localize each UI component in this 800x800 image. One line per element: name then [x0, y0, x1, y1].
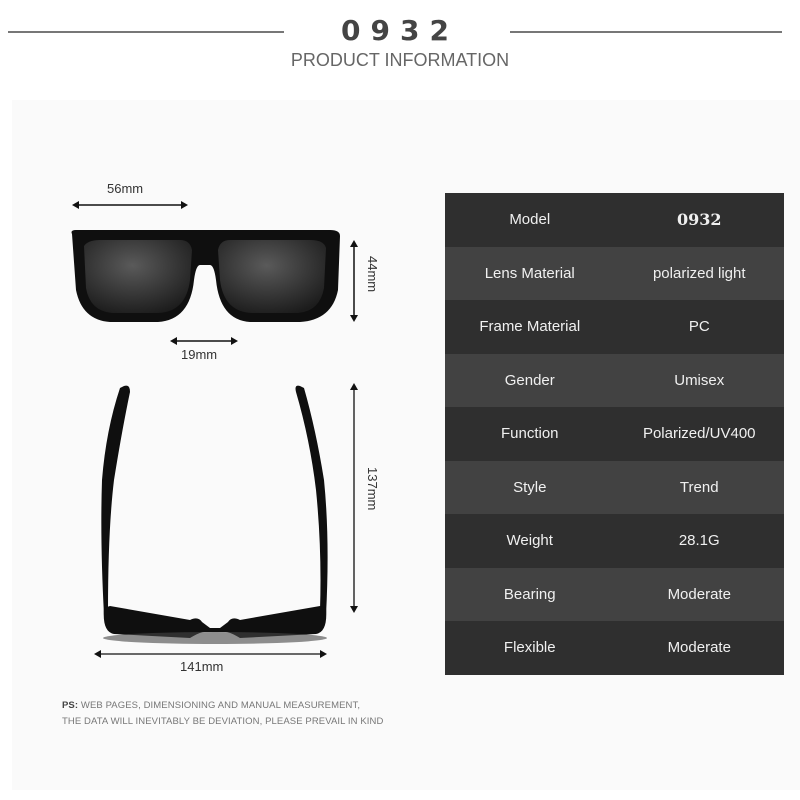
- spec-row-style: Style Trend: [445, 460, 784, 514]
- disclaimer-line-1: PS: WEB PAGES, DIMENSIONING AND MANUAL M…: [62, 700, 360, 711]
- temple-length-arrow: [350, 383, 358, 613]
- sunglasses-front-image: [71, 201, 358, 345]
- model-title: 0932: [341, 14, 459, 47]
- disclaimer-text-1: WEB PAGES, DIMENSIONING AND MANUAL MEASU…: [80, 700, 361, 711]
- spec-label: Lens Material: [484, 264, 575, 282]
- lens-width-arrow: [72, 201, 188, 209]
- lens-height-arrow: [350, 240, 358, 322]
- spec-row-lens-material: Lens Material polarized light: [445, 246, 784, 300]
- bridge-width-arrow: [170, 337, 238, 345]
- spec-value: 0932: [676, 210, 722, 230]
- spec-row-function: Function Polarized/UV400: [445, 407, 784, 461]
- sunglasses-top-image: [94, 383, 358, 658]
- lens-height-label: 44mm: [365, 256, 380, 293]
- spec-row-flexible: Flexible Moderate: [445, 621, 784, 675]
- spec-value: 28.1G: [678, 532, 720, 550]
- spec-value: PC: [688, 318, 710, 336]
- spec-value: polarized light: [652, 264, 746, 282]
- spec-label: Weight: [506, 532, 553, 550]
- spec-label: Model: [509, 211, 551, 229]
- spec-table: Model 0932 Lens Material polarized light…: [445, 193, 784, 675]
- temple-length-label: 137mm: [365, 467, 380, 511]
- spec-value: Moderate: [667, 585, 731, 603]
- spec-row-frame-material: Frame Material PC: [445, 300, 784, 354]
- spec-row-gender: Gender Umisex: [445, 353, 784, 407]
- spec-label: Frame Material: [479, 318, 581, 336]
- spec-value: Polarized/UV400: [642, 425, 756, 443]
- spec-row-weight: Weight 28.1G: [445, 514, 784, 568]
- spec-label: Gender: [504, 371, 555, 389]
- spec-row-model: Model 0932: [445, 193, 784, 247]
- spec-label: Flexible: [503, 639, 556, 657]
- lens-width-label: 56mm: [107, 181, 144, 196]
- frame-width-arrow: [94, 650, 327, 658]
- spec-label: Style: [513, 478, 547, 496]
- spec-row-bearing: Bearing Moderate: [445, 567, 784, 621]
- bridge-width-label: 19mm: [181, 347, 218, 362]
- spec-label: Bearing: [503, 585, 556, 603]
- frame-width-label: 141mm: [180, 659, 224, 674]
- product-information-subtitle: PRODUCT INFORMATION: [290, 50, 510, 70]
- spec-value: Moderate: [667, 639, 731, 657]
- spec-label: Function: [500, 425, 559, 443]
- spec-value: Umisex: [674, 371, 725, 389]
- disclaimer-line-2: THE DATA WILL INEVITABLY BE DEVIATION, P…: [62, 716, 384, 727]
- spec-value: Trend: [679, 478, 719, 496]
- disclaimer-prefix: PS:: [62, 700, 79, 711]
